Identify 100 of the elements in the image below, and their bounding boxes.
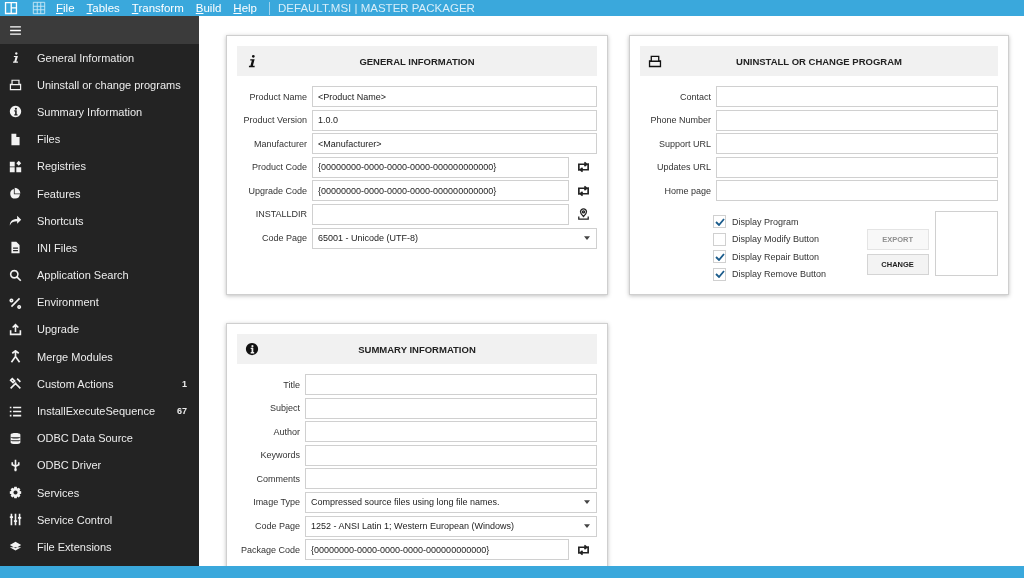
settings-icon bbox=[9, 486, 22, 500]
sidebar-item[interactable]: Registries bbox=[0, 152, 199, 180]
input-field[interactable] bbox=[305, 421, 597, 443]
input-field[interactable]: {00000000-0000-0000-0000-000000000000} bbox=[312, 156, 569, 178]
field-label: Phone Number bbox=[649, 115, 711, 126]
sidebar-item[interactable]: Files bbox=[0, 125, 199, 153]
input-field[interactable] bbox=[305, 374, 597, 395]
field-label: Keywords bbox=[259, 450, 300, 461]
table-icon[interactable] bbox=[32, 1, 46, 15]
dropdown[interactable]: 1252 - ANSI Latin 1; Western European (Windows) bbox=[305, 515, 597, 537]
input-field[interactable] bbox=[716, 86, 998, 107]
field-label: Upgrade Code bbox=[247, 185, 307, 196]
tray-icon bbox=[648, 54, 662, 68]
sidebar-item[interactable]: Uninstall or change programs bbox=[0, 71, 199, 99]
field-label: Manufacturer bbox=[252, 138, 307, 149]
app-logo-icon bbox=[4, 1, 18, 15]
sidebar-item[interactable]: Service Control bbox=[0, 506, 199, 534]
sidebar-item[interactable]: Shortcuts bbox=[0, 207, 199, 235]
field-label: Package Code bbox=[239, 544, 300, 555]
input-field[interactable] bbox=[716, 156, 998, 178]
card-title: SUMMARY INFORMATION bbox=[357, 343, 477, 355]
field-label: Image Type bbox=[252, 497, 300, 508]
sidebar-item[interactable]: Application Search bbox=[0, 261, 199, 289]
tray-icon bbox=[9, 78, 22, 92]
sidebar-item[interactable]: INI Files bbox=[0, 234, 199, 262]
merge-icon bbox=[9, 350, 22, 364]
caret-icon bbox=[584, 236, 590, 241]
field-label: Home page bbox=[663, 185, 711, 196]
input-field[interactable] bbox=[716, 109, 998, 131]
input-field[interactable] bbox=[305, 468, 597, 490]
input-field[interactable] bbox=[312, 203, 569, 225]
upload-icon bbox=[9, 322, 22, 336]
sidebar-item[interactable]: Summary Information bbox=[0, 98, 199, 126]
checkbox[interactable] bbox=[713, 215, 726, 229]
caret-icon bbox=[584, 524, 590, 529]
input-field[interactable] bbox=[716, 180, 998, 202]
field-label: Product Version bbox=[242, 115, 307, 126]
caret-icon bbox=[584, 500, 590, 505]
field-label: Product Name bbox=[248, 91, 307, 102]
field-label: Title bbox=[282, 379, 300, 390]
icon-preview-box bbox=[934, 211, 998, 277]
list-icon bbox=[9, 404, 22, 418]
tools-icon bbox=[9, 377, 22, 391]
card-title: GENERAL INFORMATION bbox=[358, 55, 476, 67]
input-field[interactable] bbox=[305, 397, 597, 419]
sidebar-item[interactable]: Environment bbox=[0, 288, 199, 316]
sidebar-item[interactable]: Merge Modules bbox=[0, 343, 199, 371]
checkbox[interactable] bbox=[713, 232, 726, 246]
refresh-icon[interactable] bbox=[577, 161, 590, 174]
window-title: DEFAULT.MSI | MASTER PACKAGER bbox=[278, 2, 475, 14]
input-field[interactable]: <Manufacturer> bbox=[312, 133, 597, 155]
pie-chart-icon bbox=[9, 187, 22, 201]
field-label: Support URL bbox=[657, 138, 711, 149]
input-field[interactable] bbox=[716, 133, 998, 155]
sidebar-item[interactable]: Features bbox=[0, 179, 199, 208]
sidebar-item[interactable]: InstallExecuteSequence 67 bbox=[0, 397, 199, 425]
refresh-icon[interactable] bbox=[577, 543, 590, 556]
input-field[interactable]: 1.0.0 bbox=[312, 109, 597, 131]
field-label: Comments bbox=[255, 473, 300, 484]
checkbox[interactable] bbox=[713, 250, 726, 264]
checkbox-label: Display Repair Button bbox=[732, 251, 820, 262]
sidebar-item[interactable]: General Information bbox=[0, 44, 199, 72]
field-label: Contact bbox=[678, 91, 711, 102]
field-label: Author bbox=[272, 426, 300, 437]
usb-icon bbox=[9, 458, 22, 472]
field-label: Code Page bbox=[253, 521, 300, 532]
input-field[interactable]: <Product Name> bbox=[312, 86, 597, 107]
refresh-icon[interactable] bbox=[577, 184, 590, 197]
search-icon bbox=[9, 268, 22, 282]
card-title: UNINSTALL OR CHANGE PROGRAM bbox=[735, 55, 903, 67]
sidebar-item[interactable]: ODBC Data Source bbox=[0, 424, 199, 452]
location-pin-icon[interactable] bbox=[577, 208, 590, 221]
blocks-icon bbox=[9, 159, 22, 173]
dropdown[interactable]: 65001 - Unicode (UTF-8) bbox=[312, 227, 597, 249]
sidebar-item[interactable]: Custom Actions 1 bbox=[0, 370, 199, 398]
field-label: Code Page bbox=[260, 233, 307, 244]
checkbox[interactable] bbox=[713, 267, 726, 281]
field-label: Subject bbox=[268, 403, 300, 414]
sidebar-item[interactable]: Upgrade bbox=[0, 315, 199, 344]
document-icon bbox=[9, 241, 22, 255]
database-icon bbox=[9, 431, 22, 445]
sidebar-item[interactable]: ODBC Driver bbox=[0, 451, 199, 479]
field-label: Updates URL bbox=[655, 162, 711, 173]
input-field[interactable]: {00000000-0000-0000-0000-000000000000} bbox=[305, 539, 569, 561]
sidebar-item[interactable]: Services bbox=[0, 479, 199, 507]
field-label: Product Code bbox=[250, 162, 307, 173]
checkbox-label: Display Program bbox=[732, 216, 799, 227]
info-icon bbox=[245, 342, 259, 356]
input-field[interactable]: {00000000-0000-0000-0000-000000000000} bbox=[312, 180, 569, 202]
percent-icon bbox=[9, 295, 22, 309]
info-icon bbox=[9, 105, 22, 119]
sliders-icon bbox=[9, 513, 22, 527]
menu-icon[interactable] bbox=[10, 25, 21, 35]
input-field[interactable] bbox=[305, 444, 597, 466]
checkbox-label: Display Modify Button bbox=[732, 234, 820, 245]
file-icon bbox=[9, 132, 22, 146]
layers-icon bbox=[9, 540, 22, 554]
sidebar-item[interactable]: File Extensions bbox=[0, 533, 199, 561]
field-label: INSTALLDIR bbox=[254, 209, 307, 220]
dropdown[interactable]: Compressed source files using long file names. bbox=[305, 491, 597, 513]
